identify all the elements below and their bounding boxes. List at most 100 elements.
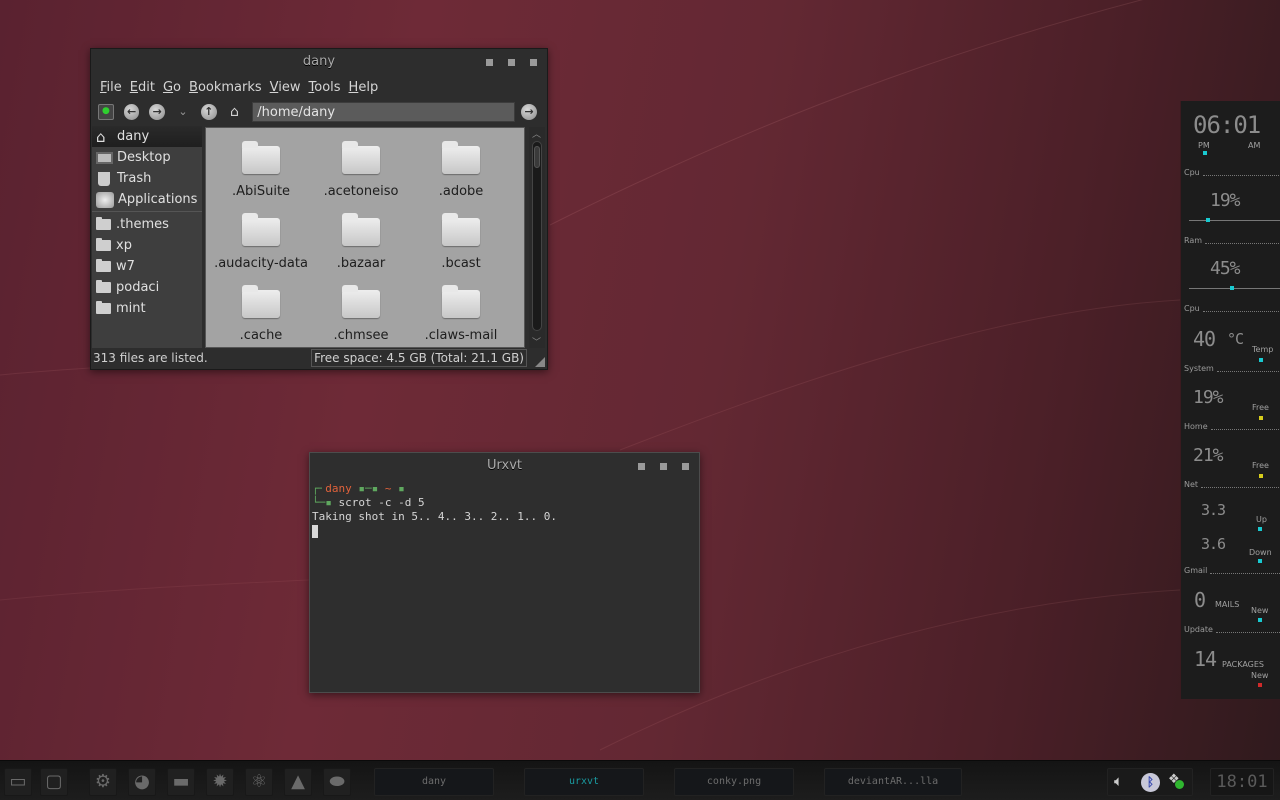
gmail-value: 0 [1194,588,1206,612]
sidebar-bookmark[interactable]: mint [92,298,202,319]
vlc-icon[interactable]: ▲ [284,768,312,796]
system-section-label: System [1184,364,1280,373]
folder-icon [96,238,111,251]
file-manager-titlebar[interactable]: dany [91,49,547,75]
folder-icon [96,301,111,314]
volume-icon[interactable]: 🔈︎ [1114,772,1123,790]
ram-value: 45% [1210,258,1240,279]
scroll-thumb[interactable] [534,146,540,168]
applications-icon [96,191,114,208]
cpu-value: 19% [1210,190,1240,211]
file-manager-icon[interactable]: ▬ [167,768,195,796]
task-firefox[interactable]: deviantAR...lla Firefox [824,768,962,796]
prompt-decoration: ▪─▪ [351,482,385,495]
dropbox-icon[interactable]: ❖ [1168,772,1184,789]
menu-bookmarks[interactable]: Bookmarks [189,80,262,95]
file-item[interactable]: .bazaar [311,210,411,282]
menubar: File Edit Go Bookmarks View Tools Help [91,75,547,99]
screenshot-icon[interactable]: ⚙ [89,768,117,796]
update-section-label: Update [1184,625,1280,634]
temp-caption: Temp [1252,345,1274,354]
close-button[interactable] [530,58,537,66]
sidebar-item-home[interactable]: ⌂ dany [92,126,202,147]
sidebar-item-desktop[interactable]: Desktop [92,147,202,168]
sidebar-bookmark[interactable]: .themes [92,214,202,235]
system-indicator [1259,416,1263,420]
file-name: .acetoneiso [323,184,399,199]
terminal-window[interactable]: Urxvt ┌╴dany ▪─▪ ~ ▪ └─▪ scrot -c -d 5 T… [309,452,700,693]
vertical-scrollbar[interactable]: ︿ ﹀ [529,127,545,348]
back-icon[interactable]: ← [123,104,140,120]
sidebar-item-label: mint [116,301,146,316]
forward-icon[interactable]: → [149,104,166,120]
new-folder-icon[interactable]: ● [98,104,114,120]
folder-icon [342,285,380,318]
maximize-button[interactable] [660,462,667,470]
terminal-cursor [312,524,318,538]
file-item[interactable]: .audacity-data [211,210,311,282]
file-name: .AbiSuite [231,184,291,199]
window-list-icon[interactable]: ▢ [40,768,68,796]
menu-go[interactable]: Go [163,80,181,95]
file-item[interactable]: .cache [211,282,311,354]
temp-value: 40 [1193,327,1216,351]
file-item[interactable]: .adobe [411,138,511,210]
maximize-button[interactable] [508,58,515,66]
sidebar-bookmark[interactable]: w7 [92,256,202,277]
gmail-indicator [1258,618,1262,622]
task-dany[interactable]: dany [374,768,494,796]
close-button[interactable] [682,462,689,470]
scroll-track[interactable] [532,141,542,331]
sidebar-bookmark[interactable]: xp [92,235,202,256]
file-item[interactable]: .chmsee [311,282,411,354]
file-name: .chmsee [333,328,389,343]
minimize-button[interactable] [638,462,645,470]
gmail-unit: MAILS [1215,600,1240,609]
trash-icon [98,171,110,186]
menu-file[interactable]: File [100,80,122,95]
show-desktop-icon[interactable]: ▭ [4,768,32,796]
taskbar: ▭ ▢ ⚙ ◕ ▬ ✹ ⚛ ▲ ⬬ dany urxvt conky.png d… [0,760,1280,800]
sidebar-item-label: Applications [118,192,198,207]
minimize-button[interactable] [486,58,493,66]
home-icon[interactable]: ⌂ [227,104,243,120]
sidebar-bookmark[interactable]: podaci [92,277,202,298]
prompt-decoration: └─▪ [312,496,339,509]
file-item[interactable]: .claws-mail [411,282,511,354]
history-dropdown-icon[interactable]: ⌄ [175,104,191,120]
folder-icon [242,141,280,174]
firefox-icon[interactable]: ◕ [128,768,156,796]
scroll-up-icon[interactable]: ︿ [532,127,541,140]
resize-grip[interactable] [535,357,545,367]
go-icon[interactable]: → [521,104,538,120]
file-item[interactable]: .acetoneiso [311,138,411,210]
task-urxvt[interactable]: urxvt [524,768,644,796]
sidebar-item-applications[interactable]: Applications [92,189,202,210]
temp-section-label: Cpu [1184,304,1280,313]
sidebar-separator [92,210,202,212]
sidebar-item-label: podaci [116,280,160,295]
path-input[interactable] [252,102,516,122]
terminal-titlebar[interactable]: Urxvt [310,453,699,479]
file-name: .bcast [441,256,481,271]
settings-icon[interactable]: ✹ [206,768,234,796]
task-conky[interactable]: conky.png [674,768,794,796]
terminal-output-line: Taking shot in 5.. 4.. 3.. 2.. 1.. 0. [312,510,558,523]
sidebar-item-trash[interactable]: Trash [92,168,202,189]
menu-tools[interactable]: Tools [309,80,341,95]
file-name: .bazaar [336,256,386,271]
atom-icon[interactable]: ⚛ [245,768,273,796]
pidgin-icon[interactable]: ⬬ [323,768,351,796]
bluetooth-icon[interactable]: ᛒ [1141,773,1160,792]
menu-edit[interactable]: Edit [130,80,155,95]
terminal-output[interactable]: ┌╴dany ▪─▪ ~ ▪ └─▪ scrot -c -d 5 Taking … [310,479,699,538]
file-item[interactable]: .bcast [411,210,511,282]
menu-view[interactable]: View [270,80,301,95]
ram-bar-indicator [1230,286,1235,290]
file-item[interactable]: .AbiSuite [211,138,311,210]
free-space: Free space: 4.5 GB (Total: 21.1 GB) [311,349,527,367]
update-indicator [1258,683,1262,687]
menu-help[interactable]: Help [349,80,379,95]
up-icon[interactable]: ↑ [200,104,217,120]
gmail-section-label: Gmail [1184,566,1280,575]
